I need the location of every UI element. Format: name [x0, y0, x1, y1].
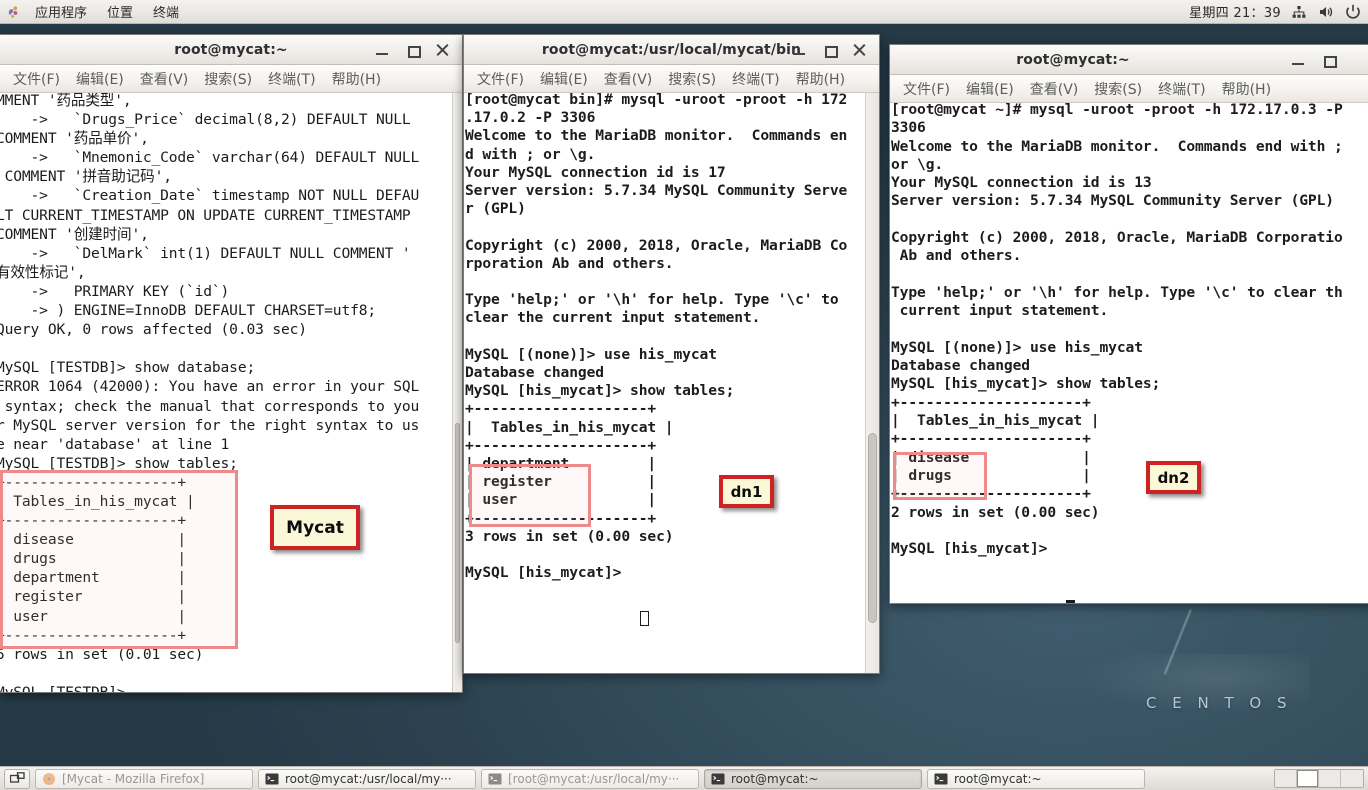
minimize-button[interactable] [1290, 52, 1306, 68]
terminal-window-dn2[interactable]: root@mycat:~ 文件(F) 编辑(E) 查看(V) 搜索(S) 终端(… [889, 44, 1368, 604]
workspace-3[interactable] [1319, 770, 1341, 787]
text-cursor [640, 611, 649, 626]
menu-search[interactable]: 搜索(S) [661, 66, 723, 92]
wallpaper-label: C E N T O S [1146, 694, 1293, 712]
menu-edit[interactable]: 编辑(E) [533, 66, 595, 92]
scrollbar-thumb[interactable] [868, 433, 877, 623]
annotation-label: dn1 [730, 482, 763, 501]
network-icon[interactable] [1290, 3, 1308, 21]
terminal-icon [488, 772, 502, 786]
terminal-window-mycat[interactable]: root@mycat:~ 文件(F) 编辑(E) 查看(V) 搜索(S) 终端(… [0, 34, 463, 693]
menubar: 文件(F) 编辑(E) 查看(V) 搜索(S) 终端(T) 帮助(H) [890, 75, 1368, 103]
minimize-button[interactable] [791, 42, 807, 58]
taskbar-item-mycat-bin-min[interactable]: [root@mycat:/usr/local/my··· [481, 768, 699, 789]
annotation-label: Mycat [286, 517, 344, 538]
panel-menu-terminal[interactable]: 终端 [144, 0, 188, 23]
taskbar-item-label: [root@mycat:/usr/local/my··· [508, 771, 680, 786]
menu-help[interactable]: 帮助(H) [1215, 76, 1278, 102]
menu-file[interactable]: 文件(F) [6, 66, 67, 92]
terminal-output-area[interactable]: [root@mycat ~]# mysql -uroot -proot -h 1… [890, 103, 1368, 603]
terminal-window-mycat-bin[interactable]: root@mycat:/usr/local/mycat/bin 文件(F) 编辑… [463, 34, 880, 674]
menubar: 文件(F) 编辑(E) 查看(V) 搜索(S) 终端(T) 帮助(H) [464, 65, 879, 93]
menu-edit[interactable]: 编辑(E) [959, 76, 1021, 102]
menu-terminal[interactable]: 终端(T) [261, 66, 322, 92]
menu-terminal[interactable]: 终端(T) [725, 66, 786, 92]
window-controls [1290, 52, 1368, 68]
window-controls [791, 42, 879, 58]
terminal-text: [root@mycat ~]# mysql -uroot -proot -h 1… [891, 103, 1343, 558]
top-panel: 应用程序 位置 终端 星期四 21：39 [0, 0, 1368, 24]
maximize-button[interactable] [821, 42, 838, 58]
gnome-foot-icon[interactable] [6, 4, 22, 20]
maximize-button[interactable] [404, 42, 421, 58]
taskbar-item-label: [Mycat - Mozilla Firefox] [62, 771, 205, 786]
terminal-text: [root@mycat bin]# mysql -uroot -proot -h… [465, 93, 848, 582]
menu-terminal[interactable]: 终端(T) [1151, 76, 1212, 102]
panel-menu-applications[interactable]: 应用程序 [26, 0, 96, 23]
panel-status-area: 星期四 21：39 [1189, 2, 1368, 21]
workspace-switcher[interactable] [1274, 769, 1364, 788]
terminal-text: MMENT '药品类型', -> `Drugs_Price` decimal(8… [0, 93, 420, 692]
terminal-icon [934, 772, 948, 786]
workspace-4[interactable] [1341, 770, 1363, 787]
menu-file[interactable]: 文件(F) [896, 76, 957, 102]
menu-edit[interactable]: 编辑(E) [69, 66, 131, 92]
terminal-icon [265, 772, 279, 786]
panel-menu-places[interactable]: 位置 [98, 0, 142, 23]
terminal-output-area[interactable]: MMENT '药品类型', -> `Drugs_Price` decimal(8… [0, 93, 462, 692]
scrollbar-vertical[interactable] [452, 93, 462, 692]
scrollbar-thumb[interactable] [455, 423, 460, 643]
taskbar-item-label: root@mycat:/usr/local/my··· [285, 771, 452, 786]
menu-file[interactable]: 文件(F) [470, 66, 531, 92]
taskbar-item-firefox[interactable]: [Mycat - Mozilla Firefox] [35, 768, 253, 789]
taskbar-item-label: root@mycat:~ [731, 771, 819, 786]
terminal-output-area[interactable]: [root@mycat bin]# mysql -uroot -proot -h… [464, 93, 879, 673]
window-title: root@mycat:~ [1016, 51, 1130, 68]
close-button[interactable] [851, 42, 867, 58]
annotation-dn1: dn1 [719, 475, 774, 508]
annotation-label: dn2 [1157, 468, 1190, 487]
scrollbar-vertical[interactable] [865, 93, 879, 673]
menu-search[interactable]: 搜索(S) [197, 66, 259, 92]
minimize-button[interactable] [374, 42, 390, 58]
volume-icon[interactable] [1317, 3, 1335, 21]
annotation-mycat: Mycat [270, 505, 360, 550]
taskbar-item-mycat-2[interactable]: root@mycat:~ [927, 768, 1145, 789]
close-button[interactable] [434, 42, 450, 58]
terminal-icon [711, 772, 725, 786]
workspace-2[interactable] [1297, 770, 1319, 787]
text-cursor [1066, 600, 1075, 603]
titlebar[interactable]: root@mycat:/usr/local/mycat/bin [464, 35, 879, 65]
firefox-icon [42, 772, 56, 786]
taskbar-item-label: root@mycat:~ [954, 771, 1042, 786]
titlebar[interactable]: root@mycat:~ [0, 35, 462, 65]
show-desktop-icon[interactable] [4, 768, 30, 789]
maximize-button[interactable] [1320, 52, 1337, 68]
panel-menu: 应用程序 位置 终端 [0, 0, 188, 23]
taskbar-item-mycat-active[interactable]: root@mycat:~ [704, 768, 922, 789]
menu-view[interactable]: 查看(V) [133, 66, 196, 92]
menu-search[interactable]: 搜索(S) [1087, 76, 1149, 102]
clock[interactable]: 星期四 21：39 [1189, 2, 1281, 21]
menu-view[interactable]: 查看(V) [597, 66, 660, 92]
menu-help[interactable]: 帮助(H) [325, 66, 388, 92]
titlebar[interactable]: root@mycat:~ [890, 45, 1368, 75]
window-controls [374, 42, 462, 58]
power-icon[interactable] [1344, 3, 1362, 21]
menu-view[interactable]: 查看(V) [1023, 76, 1086, 102]
taskbar-item-mycat-bin[interactable]: root@mycat:/usr/local/my··· [258, 768, 476, 789]
menu-help[interactable]: 帮助(H) [789, 66, 852, 92]
workspace-1[interactable] [1275, 770, 1297, 787]
menubar: 文件(F) 编辑(E) 查看(V) 搜索(S) 终端(T) 帮助(H) [0, 65, 462, 93]
annotation-dn2: dn2 [1146, 461, 1201, 494]
taskbar: [Mycat - Mozilla Firefox] root@mycat:/us… [0, 766, 1368, 790]
